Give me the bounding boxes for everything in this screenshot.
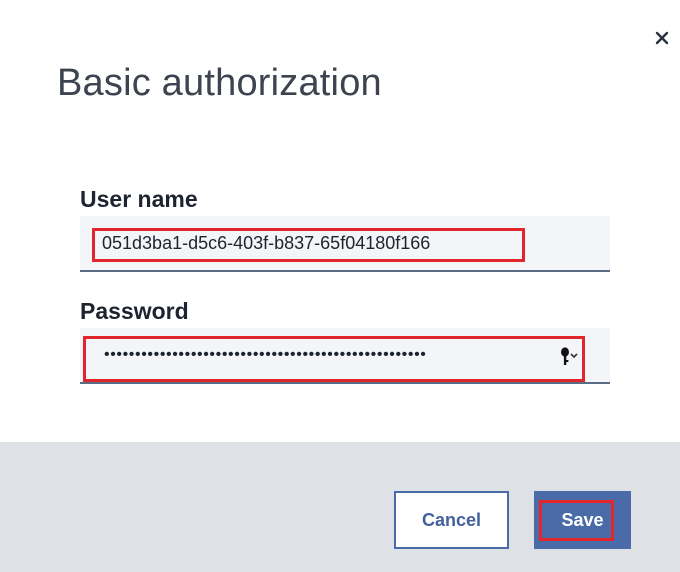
password-label: Password bbox=[80, 298, 189, 324]
save-button[interactable]: Save bbox=[534, 491, 631, 549]
basic-authorization-dialog: Basic authorization User name Password C… bbox=[0, 0, 680, 572]
close-button[interactable] bbox=[648, 24, 676, 52]
password-field-container bbox=[80, 328, 610, 384]
close-icon bbox=[655, 31, 669, 45]
dialog-title: Basic authorization bbox=[57, 62, 382, 104]
username-label: User name bbox=[80, 186, 198, 212]
username-field-container bbox=[80, 216, 610, 272]
key-icon[interactable] bbox=[558, 346, 588, 366]
cancel-button[interactable]: Cancel bbox=[394, 491, 509, 549]
password-input[interactable] bbox=[80, 328, 610, 382]
username-input[interactable] bbox=[80, 216, 610, 270]
